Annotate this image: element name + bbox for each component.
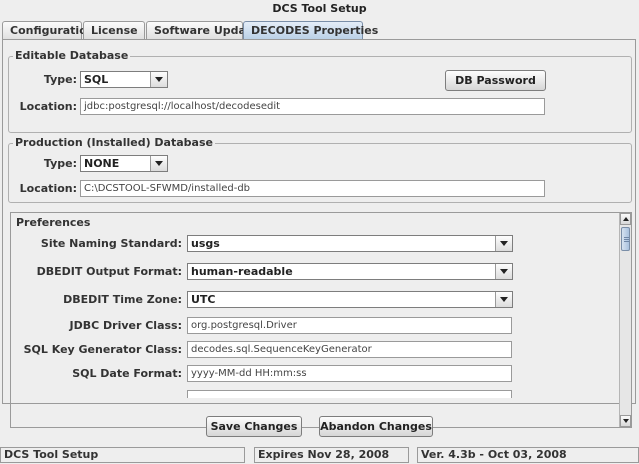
production-type-select[interactable]: NONE xyxy=(80,155,168,172)
dbedit-time-zone-select[interactable]: UTC xyxy=(187,291,513,308)
status-app-name: DCS Tool Setup xyxy=(0,447,245,463)
tab-license[interactable]: License xyxy=(83,21,145,40)
dbedit-output-format-label: DBEDIT Output Format: xyxy=(36,265,182,278)
preferences-scroll-pane[interactable]: Preferences Site Naming Standard: usgs D… xyxy=(10,212,632,428)
chevron-down-icon[interactable] xyxy=(495,264,512,279)
arrow-up-icon[interactable] xyxy=(620,213,631,225)
scrollbar-thumb[interactable] xyxy=(621,227,630,251)
arrow-down-icon[interactable] xyxy=(620,415,631,427)
sql-date-format-label: SQL Date Format: xyxy=(72,367,182,380)
tab-configuration[interactable]: Configuration xyxy=(2,21,95,40)
site-naming-standard-select[interactable]: usgs xyxy=(187,235,513,252)
site-naming-standard-label: Site Naming Standard: xyxy=(40,237,182,250)
preferences-vertical-scrollbar[interactable] xyxy=(619,213,631,427)
dbedit-time-zone-value: UTC xyxy=(191,293,216,306)
production-location-label: Location: xyxy=(19,182,77,195)
preferences-group: Preferences Site Naming Standard: usgs D… xyxy=(11,213,619,427)
production-database-group: Production (Installed) Database Type: NO… xyxy=(8,136,632,203)
chevron-down-icon[interactable] xyxy=(495,292,512,307)
editable-database-group: Editable Database Type: SQL DB Password … xyxy=(8,49,632,133)
editable-location-field[interactable]: jdbc:postgresql://localhost/decodesedit xyxy=(80,98,545,115)
dbedit-output-format-value: human-readable xyxy=(191,265,293,278)
editable-type-select[interactable]: SQL xyxy=(80,71,168,88)
window-title: DCS Tool Setup xyxy=(272,2,367,15)
jdbc-driver-class-label: JDBC Driver Class: xyxy=(69,319,182,332)
jdbc-driver-class-field[interactable]: org.postgresql.Driver xyxy=(187,317,512,334)
db-password-button[interactable]: DB Password xyxy=(445,70,546,91)
sql-date-format-field[interactable]: yyyy-MM-dd HH:mm:ss xyxy=(187,365,512,382)
status-bar: DCS Tool Setup Expires Nov 28, 2008 Ver.… xyxy=(0,447,639,464)
preferences-title: Preferences xyxy=(14,216,93,230)
editable-location-label: Location: xyxy=(19,100,77,113)
editable-database-title: Editable Database xyxy=(13,49,131,63)
sql-key-generator-class-field[interactable]: decodes.sql.SequenceKeyGenerator xyxy=(187,341,512,358)
next-preference-field-partial[interactable] xyxy=(187,390,512,398)
production-database-title: Production (Installed) Database xyxy=(13,136,215,150)
site-naming-standard-value: usgs xyxy=(191,237,220,250)
editable-type-value: SQL xyxy=(84,73,109,86)
chevron-down-icon[interactable] xyxy=(150,156,167,171)
chevron-down-icon[interactable] xyxy=(150,72,167,87)
dbedit-output-format-select[interactable]: human-readable xyxy=(187,263,513,280)
chevron-down-icon[interactable] xyxy=(495,236,512,251)
tab-decodes-properties[interactable]: DECODES Properties xyxy=(243,21,378,40)
editable-type-label: Type: xyxy=(43,73,77,86)
tab-software-update[interactable]: Software Update xyxy=(146,21,259,40)
production-type-value: NONE xyxy=(84,157,120,170)
status-version: Ver. 4.3b - Oct 03, 2008 xyxy=(417,447,639,463)
sql-key-generator-class-label: SQL Key Generator Class: xyxy=(23,343,182,356)
production-location-field[interactable]: C:\DCSTOOL-SFWMD/installed-db xyxy=(80,180,545,197)
status-expires: Expires Nov 28, 2008 xyxy=(254,447,409,463)
production-type-label: Type: xyxy=(43,157,77,170)
dbedit-time-zone-label: DBEDIT Time Zone: xyxy=(63,293,182,306)
save-changes-button[interactable]: Save Changes xyxy=(206,416,302,437)
abandon-changes-button[interactable]: Abandon Changes xyxy=(319,416,433,437)
decodes-properties-panel: Editable Database Type: SQL DB Password … xyxy=(2,39,636,428)
